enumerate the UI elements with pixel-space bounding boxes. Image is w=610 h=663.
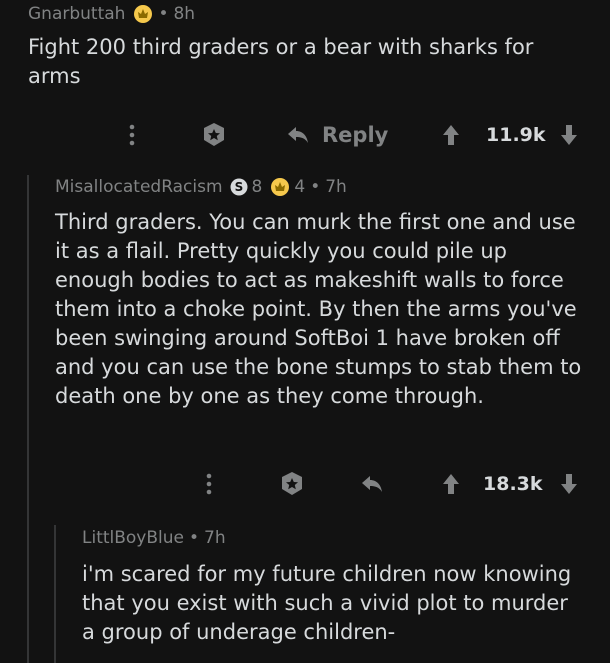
comment-1-actions: Reply 11.9k <box>128 119 584 151</box>
award-icon <box>133 4 153 24</box>
downvote-icon <box>561 125 577 145</box>
coin-icon: S <box>230 178 248 196</box>
reply-icon <box>362 476 382 492</box>
reply-label: Reply <box>322 123 389 147</box>
comment-1-meta: Gnarbuttah • 8h <box>28 4 196 24</box>
award-outline-icon <box>204 123 224 146</box>
award-count: 4 <box>294 177 306 197</box>
downvote-button[interactable] <box>560 124 578 146</box>
comment-1-time: 8h <box>173 4 196 24</box>
more-options-button[interactable] <box>128 123 136 147</box>
comment-2-username[interactable]: MisallocatedRacism <box>55 177 223 197</box>
comment-2-meta: MisallocatedRacism S 8 4 • 7h <box>55 177 347 197</box>
give-award-button[interactable] <box>200 121 228 149</box>
reply-button[interactable] <box>360 474 384 494</box>
upvote-button[interactable] <box>442 473 460 495</box>
comment-2-time: 7h <box>325 177 347 197</box>
thread-line-2[interactable] <box>54 525 56 663</box>
comment-2-actions: 18.3k <box>205 468 584 500</box>
comment-3-body: i'm scared for my future children now kn… <box>82 562 572 644</box>
upvote-icon <box>443 474 459 494</box>
thread-line-1[interactable] <box>27 175 29 663</box>
comment-3-username[interactable]: LittlBoyBlue <box>82 528 184 548</box>
upvote-button[interactable] <box>442 124 460 146</box>
award-icon <box>270 177 290 197</box>
give-award-button[interactable] <box>278 470 306 498</box>
comment-1-body: Fight 200 third graders or a bear with s… <box>28 35 534 88</box>
comment-1-username[interactable]: Gnarbuttah <box>28 4 125 24</box>
upvote-icon <box>443 125 459 145</box>
comment-2-body: Third graders. You can murk the first on… <box>55 210 582 408</box>
comment-2-score: 18.3k <box>483 473 543 495</box>
comment-3-meta: LittlBoyBlue • 7h <box>82 528 226 548</box>
downvote-button[interactable] <box>560 473 578 495</box>
comment-1-score: 11.9k <box>486 124 546 146</box>
svg-text:S: S <box>234 180 243 194</box>
award-outline-icon <box>282 472 302 495</box>
reply-icon <box>288 127 308 143</box>
more-options-button[interactable] <box>205 472 213 496</box>
coin-count: 8 <box>251 177 263 197</box>
comment-3-time: 7h <box>204 528 226 548</box>
kebab-icon <box>129 124 135 146</box>
kebab-icon <box>206 473 212 495</box>
downvote-icon <box>561 474 577 494</box>
reply-button[interactable]: Reply <box>286 123 388 147</box>
